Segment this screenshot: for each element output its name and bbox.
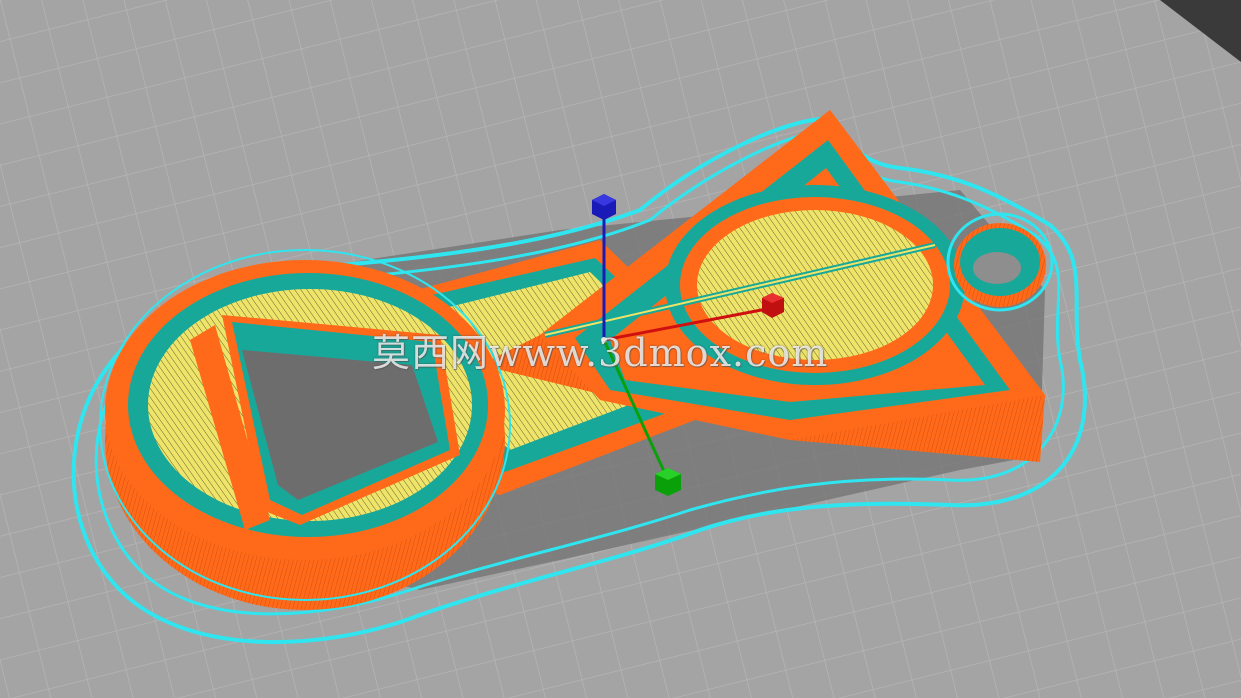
keyring-loop-hole <box>973 252 1021 284</box>
watermark-text: 莫西网www.3dmox.com <box>372 331 829 375</box>
3d-viewport[interactable]: 莫西网www.3dmox.com <box>0 0 1241 698</box>
green-cube-icon[interactable] <box>655 468 681 496</box>
